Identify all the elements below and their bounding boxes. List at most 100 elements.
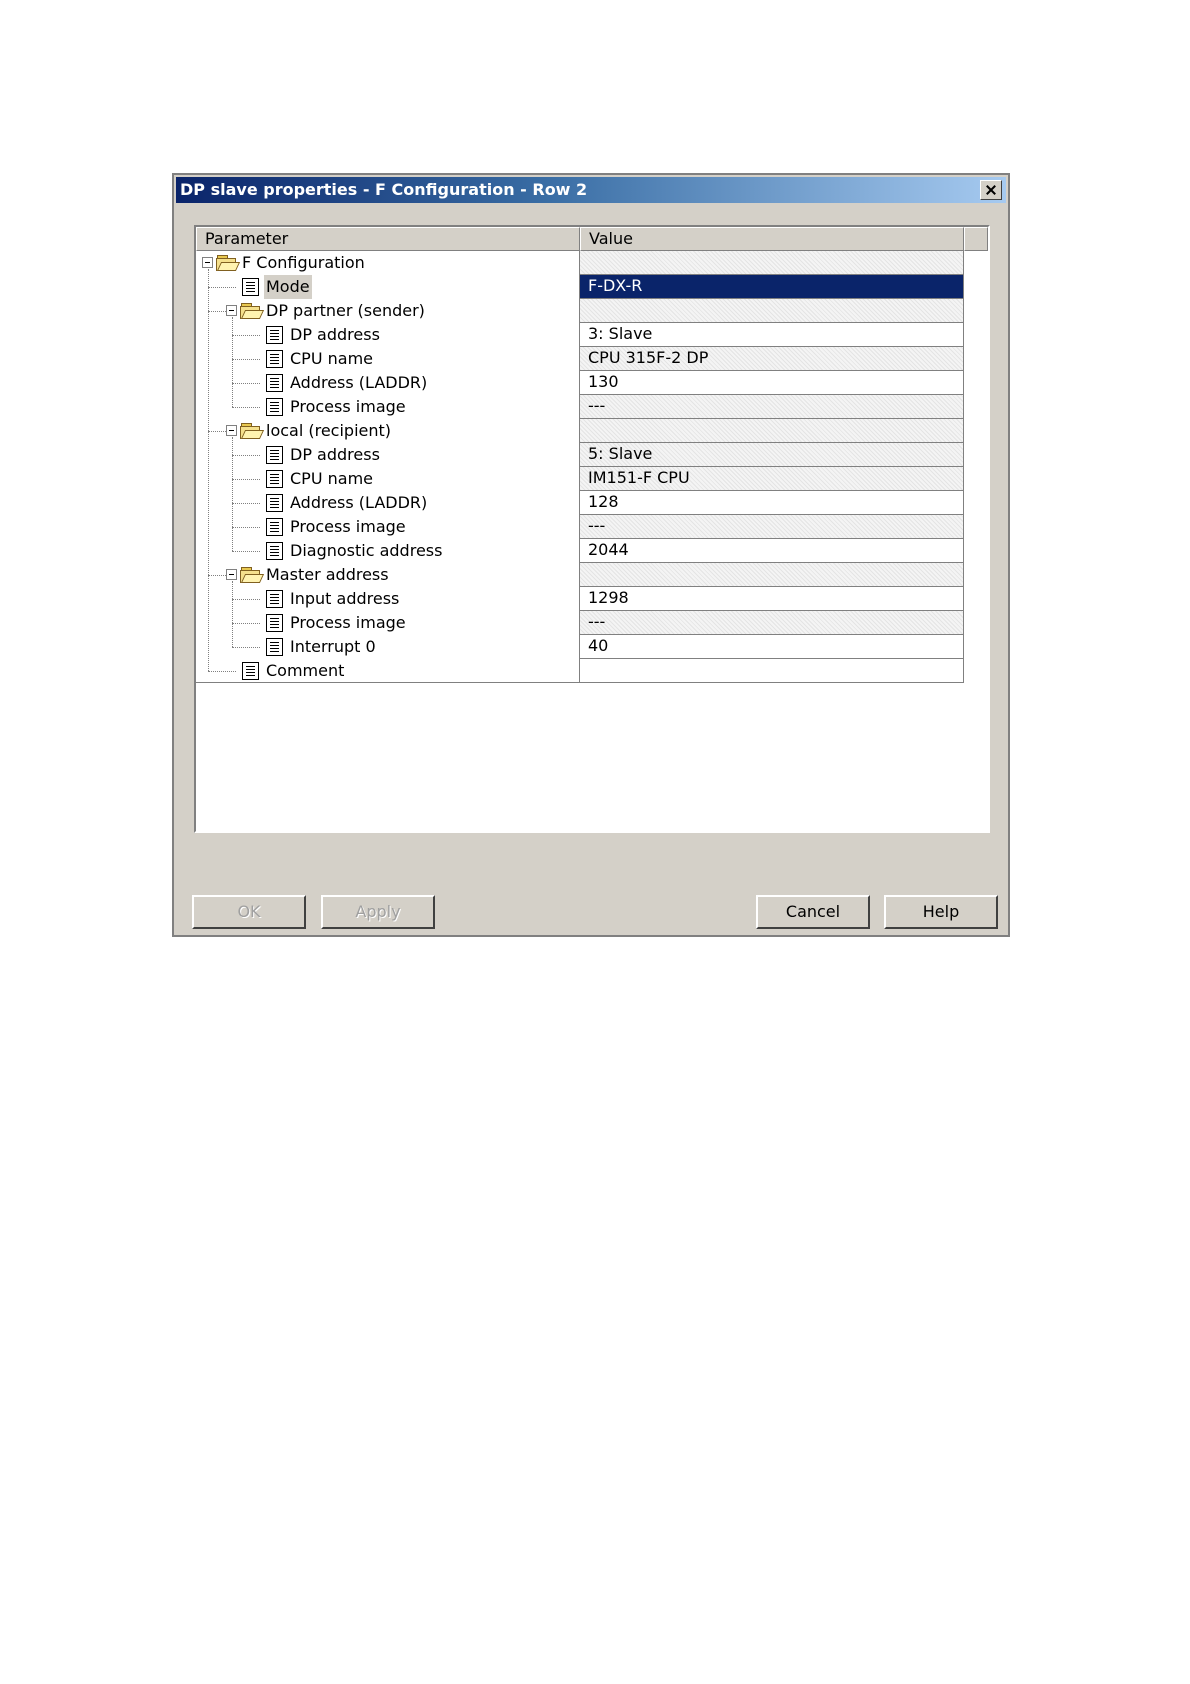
collapse-icon[interactable] xyxy=(202,257,213,268)
parameter-cell[interactable]: Interrupt 0 xyxy=(196,635,580,659)
table-row[interactable]: local (recipient) xyxy=(196,419,964,443)
value-cell[interactable] xyxy=(580,299,964,323)
table-row[interactable]: DP address 3: Slave xyxy=(196,323,964,347)
table-row[interactable]: Address (LADDR) 128 xyxy=(196,491,964,515)
table-row[interactable]: Address (LADDR) 130 xyxy=(196,371,964,395)
table-row[interactable]: Process image --- xyxy=(196,611,964,635)
parameter-cell[interactable]: Mode xyxy=(196,275,580,299)
tree-connector xyxy=(232,623,260,624)
value-cell[interactable]: 3: Slave xyxy=(580,323,964,347)
table-row[interactable]: Mode F-DX-R xyxy=(196,275,964,299)
table-row[interactable]: DP address 5: Slave xyxy=(196,443,964,467)
folder-icon xyxy=(240,566,265,584)
parameter-cell[interactable]: Diagnostic address xyxy=(196,539,580,563)
parameter-label: Diagnostic address xyxy=(290,541,443,560)
parameter-label: DP address xyxy=(290,445,380,464)
tree-connector xyxy=(232,599,260,600)
parameter-cell[interactable]: DP address xyxy=(196,443,580,467)
parameter-label: Process image xyxy=(290,397,406,416)
value-cell[interactable]: --- xyxy=(580,611,964,635)
parameter-label: CPU name xyxy=(290,349,373,368)
value-cell[interactable]: IM151-F CPU xyxy=(580,467,964,491)
value-cell[interactable]: 1298 xyxy=(580,587,964,611)
tree-connector xyxy=(232,581,233,647)
parameter-label: local (recipient) xyxy=(266,421,392,440)
cancel-button[interactable]: Cancel xyxy=(756,895,870,929)
tree-connector xyxy=(232,479,260,480)
close-icon[interactable] xyxy=(980,180,1002,200)
document-icon xyxy=(266,326,283,344)
parameter-cell[interactable]: Process image xyxy=(196,515,580,539)
tree-connector xyxy=(232,383,260,384)
collapse-icon[interactable] xyxy=(226,425,237,436)
tree-connector xyxy=(232,503,260,504)
folder-icon xyxy=(240,302,265,320)
value-cell[interactable] xyxy=(580,251,964,275)
document-icon xyxy=(266,494,283,512)
value-cell[interactable]: 2044 xyxy=(580,539,964,563)
table-row[interactable]: Process image --- xyxy=(196,395,964,419)
parameter-cell[interactable]: Input address xyxy=(196,587,580,611)
parameter-cell[interactable]: DP partner (sender) xyxy=(196,299,580,323)
tree-connector xyxy=(232,437,233,551)
parameter-label: DP partner (sender) xyxy=(266,301,425,320)
parameter-cell[interactable]: Master address xyxy=(196,563,580,587)
value-cell[interactable]: 130 xyxy=(580,371,964,395)
help-button[interactable]: Help xyxy=(884,895,998,929)
parameter-label: Interrupt 0 xyxy=(290,637,376,656)
value-cell[interactable]: --- xyxy=(580,515,964,539)
document-icon xyxy=(266,518,283,536)
apply-button[interactable]: Apply xyxy=(321,895,435,929)
tree-connector xyxy=(232,527,260,528)
parameter-cell[interactable]: Address (LADDR) xyxy=(196,371,580,395)
column-header-value[interactable]: Value xyxy=(580,227,964,251)
table-row[interactable]: Master address xyxy=(196,563,964,587)
title-bar[interactable]: DP slave properties - F Configuration - … xyxy=(176,177,1006,203)
parameter-cell[interactable]: F Configuration xyxy=(196,251,580,275)
value-cell[interactable]: 40 xyxy=(580,635,964,659)
parameter-cell[interactable]: Process image xyxy=(196,611,580,635)
ok-button[interactable]: OK xyxy=(192,895,306,929)
document-icon xyxy=(266,470,283,488)
tree-connector xyxy=(232,317,233,407)
document-icon xyxy=(266,350,283,368)
table-row[interactable]: Interrupt 0 40 xyxy=(196,635,964,659)
folder-icon xyxy=(216,254,241,272)
parameter-cell[interactable]: CPU name xyxy=(196,467,580,491)
folder-icon xyxy=(240,422,265,440)
tree-connector xyxy=(232,407,260,408)
parameter-cell[interactable]: DP address xyxy=(196,323,580,347)
value-cell[interactable] xyxy=(580,563,964,587)
value-cell[interactable] xyxy=(580,419,964,443)
parameter-cell[interactable]: Comment xyxy=(196,659,580,683)
parameter-cell[interactable]: Address (LADDR) xyxy=(196,491,580,515)
tree-connector xyxy=(208,269,209,671)
document-icon xyxy=(266,446,283,464)
document-icon xyxy=(266,614,283,632)
collapse-icon[interactable] xyxy=(226,305,237,316)
value-cell[interactable] xyxy=(580,659,964,683)
table-row[interactable]: Input address 1298 xyxy=(196,587,964,611)
parameter-cell[interactable]: Process image xyxy=(196,395,580,419)
parameter-cell[interactable]: local (recipient) xyxy=(196,419,580,443)
parameter-label: DP address xyxy=(290,325,380,344)
table-row[interactable]: Process image --- xyxy=(196,515,964,539)
table-row[interactable]: Diagnostic address 2044 xyxy=(196,539,964,563)
table-row[interactable]: CPU name CPU 315F-2 DP xyxy=(196,347,964,371)
document-icon xyxy=(266,374,283,392)
table-row[interactable]: F Configuration xyxy=(196,251,964,275)
parameter-cell[interactable]: CPU name xyxy=(196,347,580,371)
value-cell[interactable]: --- xyxy=(580,395,964,419)
value-cell[interactable]: 5: Slave xyxy=(580,443,964,467)
document-icon xyxy=(266,398,283,416)
table-row[interactable]: DP partner (sender) xyxy=(196,299,964,323)
collapse-icon[interactable] xyxy=(226,569,237,580)
parameter-label: Process image xyxy=(290,517,406,536)
table-row[interactable]: Comment xyxy=(196,659,964,683)
value-cell[interactable]: 128 xyxy=(580,491,964,515)
tree-connector xyxy=(232,359,260,360)
value-cell[interactable]: CPU 315F-2 DP xyxy=(580,347,964,371)
column-header-parameter[interactable]: Parameter xyxy=(196,227,580,251)
table-row[interactable]: CPU name IM151-F CPU xyxy=(196,467,964,491)
value-cell[interactable]: F-DX-R xyxy=(580,275,964,299)
